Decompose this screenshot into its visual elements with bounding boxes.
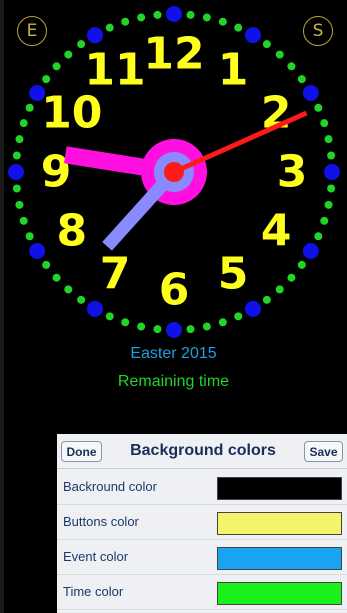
minute-marker-dot [234, 23, 243, 32]
numeral-4: 4 [261, 206, 292, 257]
minute-marker-dot [77, 295, 86, 304]
minute-marker-dot [12, 151, 21, 160]
minute-marker-dot [52, 273, 61, 282]
analog-clock: 12 1234567891011 [8, 6, 340, 338]
minute-marker-dot [25, 232, 34, 241]
time-color-row[interactable]: Time color [57, 575, 347, 610]
hour-marker-dot [166, 6, 182, 22]
background-colors-panel: Done Background colors Save Backround co… [57, 434, 347, 613]
background-color-row[interactable]: Backround color [57, 470, 347, 505]
background-color-swatch[interactable] [217, 477, 342, 500]
numeral-8: 8 [56, 206, 87, 257]
minute-marker-dot [314, 103, 323, 112]
hour-marker-dot [166, 322, 182, 338]
numeral-7: 7 [100, 249, 131, 300]
minute-marker-dot [218, 318, 227, 327]
minute-marker-dot [19, 119, 28, 128]
minute-marker-dot [287, 273, 296, 282]
minute-marker-dot [327, 151, 336, 160]
minute-marker-dot [287, 62, 296, 71]
minute-marker-dot [52, 62, 61, 71]
event-title: Easter 2015 [130, 345, 217, 362]
save-button[interactable]: Save [304, 441, 343, 462]
remaining-time-label: Remaining time [117, 373, 230, 390]
hour-marker-dot [29, 243, 46, 259]
numeral-3: 3 [277, 147, 308, 198]
minute-marker-dot [320, 216, 329, 225]
minute-marker-dot [202, 13, 211, 22]
hour-marker-dot [245, 27, 261, 44]
minute-marker-dot [19, 216, 28, 225]
minute-marker-dot [297, 260, 306, 269]
minute-marker-dot [324, 200, 333, 209]
minute-marker-dot [105, 312, 114, 321]
event-color-row[interactable]: Event color [57, 540, 347, 575]
minute-marker-dot [262, 295, 271, 304]
e-button[interactable]: E [17, 16, 47, 46]
minute-marker-dot [121, 17, 130, 26]
minute-marker-dot [153, 10, 162, 19]
hour-marker-dot [8, 164, 24, 180]
hour-marker-dot [87, 27, 103, 44]
event-color-swatch[interactable] [217, 547, 342, 570]
minute-marker-dot [137, 13, 146, 22]
second-hand-hub [164, 162, 184, 182]
minute-marker-dot [15, 135, 24, 144]
panel-header: Done Background colors Save [57, 434, 347, 469]
time-color-label: Time color [63, 584, 124, 599]
minute-marker-dot [275, 285, 284, 294]
minute-marker-dot [186, 325, 195, 334]
minute-marker-dot [320, 119, 329, 128]
minute-marker-dot [234, 312, 243, 321]
minute-marker-dot [42, 75, 51, 84]
numeral-5: 5 [218, 249, 249, 300]
event-color-label: Event color [63, 549, 129, 564]
minute-marker-dot [153, 325, 162, 334]
numeral-12: 12 [143, 29, 204, 80]
hour-marker-dot [324, 164, 340, 180]
background-color-label: Backround color [63, 479, 157, 494]
done-button[interactable]: Done [61, 441, 102, 462]
minute-marker-dot [262, 40, 271, 49]
hour-marker-dot [245, 300, 261, 317]
hour-marker-dot [302, 85, 319, 101]
s-button[interactable]: S [303, 16, 333, 46]
minute-marker-dot [105, 23, 114, 32]
minute-marker-dot [202, 322, 211, 331]
minute-marker-dot [137, 322, 146, 331]
buttons-color-row[interactable]: Buttons color [57, 505, 347, 540]
minute-marker-dot [275, 50, 284, 59]
minute-marker-dot [121, 318, 130, 327]
minute-marker-dot [218, 17, 227, 26]
numeral-6: 6 [159, 265, 190, 316]
hour-marker-dot [87, 300, 103, 317]
minute-marker-dot [314, 232, 323, 241]
minute-marker-dot [15, 200, 24, 209]
minute-marker-dot [324, 135, 333, 144]
numeral-1: 1 [218, 44, 249, 95]
minute-marker-dot [297, 75, 306, 84]
time-color-swatch[interactable] [217, 582, 342, 605]
minute-marker-dot [42, 260, 51, 269]
numeral-11: 11 [84, 44, 145, 95]
buttons-color-label: Buttons color [63, 514, 139, 529]
minute-marker-dot [25, 103, 34, 112]
clock-screen: 12 1 2 3 4 5 6 7 8 9 10 11 E S Easter 2015 Remainin… [0, 0, 347, 613]
minute-marker-dot [186, 10, 195, 19]
minute-marker-dot [12, 184, 21, 193]
panel-title: Background colors [130, 442, 276, 459]
minute-marker-dot [64, 50, 73, 59]
buttons-color-swatch[interactable] [217, 512, 342, 535]
minute-marker-dot [327, 184, 336, 193]
hour-marker-dot [302, 243, 319, 259]
minute-marker-dot [64, 285, 73, 294]
